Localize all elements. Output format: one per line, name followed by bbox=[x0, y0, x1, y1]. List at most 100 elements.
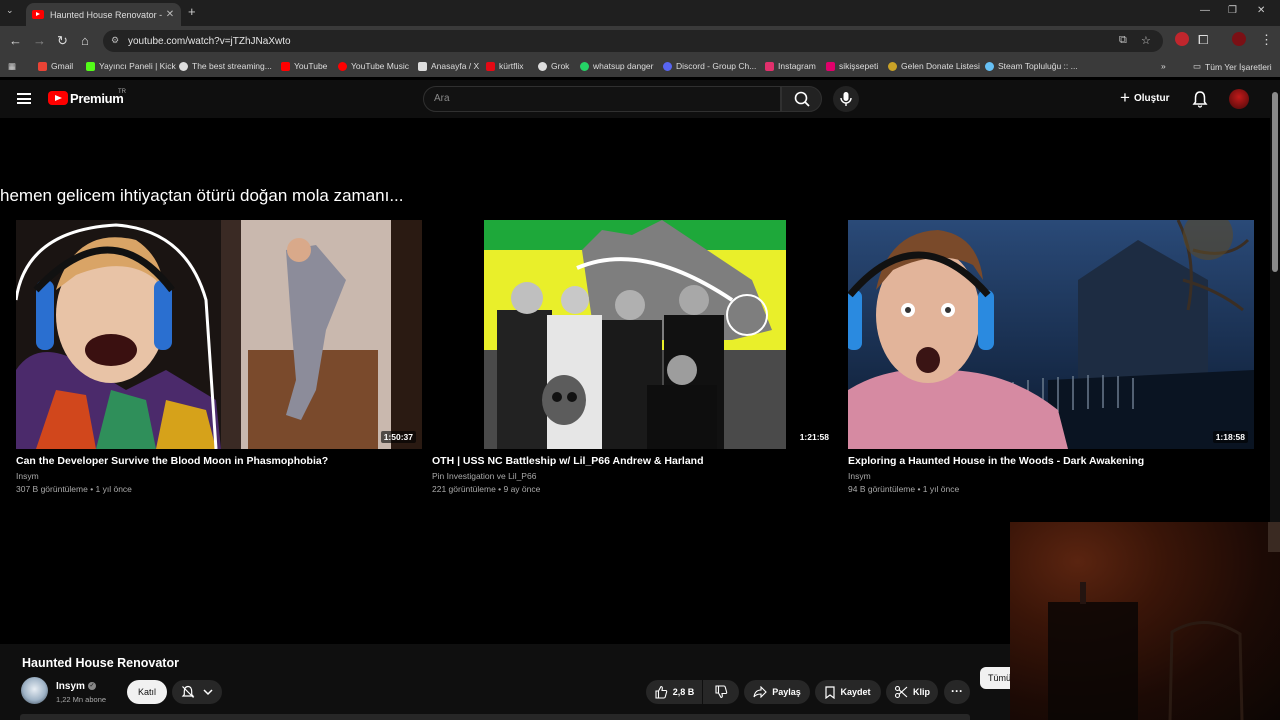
bookmark-steam[interactable]: Steam Topluluğu :: ... bbox=[985, 61, 1078, 71]
scissors-icon bbox=[894, 685, 908, 699]
new-tab-icon[interactable]: + bbox=[188, 4, 196, 19]
apps-grid-icon[interactable]: ▦ bbox=[8, 61, 16, 72]
share-icon bbox=[753, 686, 768, 698]
bookmark-label: YouTube Music bbox=[351, 61, 409, 71]
bookmark-donate[interactable]: Gelen Donate Listesi bbox=[888, 61, 980, 71]
endscreen-message: hemen gelicem ihtiyaçtan ötürü doğan mol… bbox=[0, 186, 404, 205]
more-actions-icon[interactable]: ··· bbox=[944, 680, 970, 704]
whatsapp-icon bbox=[580, 61, 589, 71]
bookmark-label: Discord - Group Ch... bbox=[676, 61, 757, 71]
save-button[interactable]: Kaydet bbox=[815, 680, 881, 704]
brand-label[interactable]: Premium bbox=[70, 91, 124, 106]
forward-arrow-icon[interactable]: → bbox=[33, 33, 46, 48]
youtube-logo-icon[interactable] bbox=[48, 91, 68, 105]
like-button[interactable]: 2,8 B bbox=[646, 680, 702, 704]
scrollbar-thumb[interactable] bbox=[1272, 92, 1278, 272]
bookmark-star-icon[interactable]: ☆ bbox=[1141, 34, 1151, 47]
window-close-icon[interactable]: ✕ bbox=[1257, 5, 1265, 16]
endscreen-video-card[interactable]: 1:50:37 Can the Developer Survive the Bl… bbox=[16, 220, 422, 494]
bookmark-kick[interactable]: Yayıncı Paneli | Kick bbox=[86, 61, 176, 71]
thumbs-up-icon bbox=[655, 685, 667, 699]
kurtflix-icon bbox=[486, 61, 495, 71]
description-box[interactable] bbox=[20, 714, 970, 720]
bookmark-grok[interactable]: Grok bbox=[538, 61, 569, 71]
search-button[interactable] bbox=[781, 86, 822, 112]
menu-icon[interactable] bbox=[17, 93, 31, 104]
notifications-button[interactable] bbox=[1192, 90, 1208, 113]
bookmark-instagram[interactable]: Instagram bbox=[765, 61, 816, 71]
restore-icon[interactable]: ❐ bbox=[1228, 5, 1237, 16]
extensions-puzzle-icon[interactable]: ⧠ bbox=[1198, 32, 1208, 48]
dislike-button[interactable] bbox=[703, 680, 739, 704]
bookmark-streaming[interactable]: The best streaming... bbox=[179, 61, 272, 71]
bookmark-label: Yayıncı Paneli | Kick bbox=[99, 61, 176, 71]
bookmark-label: whatsup danger bbox=[593, 61, 654, 71]
region-code: TR bbox=[118, 89, 126, 95]
all-bookmarks[interactable]: ▭ Tüm Yer İşaretleri bbox=[1193, 61, 1272, 72]
tab-search-icon[interactable]: ⌄ bbox=[6, 5, 14, 16]
channel-avatar[interactable] bbox=[21, 677, 48, 704]
steam-icon bbox=[985, 61, 994, 71]
bookmark-discord[interactable]: Discord - Group Ch... bbox=[663, 61, 756, 71]
more-bookmarks-icon[interactable]: » bbox=[1161, 61, 1166, 71]
clip-button[interactable]: Klip bbox=[886, 680, 938, 704]
video-channel[interactable]: Insym bbox=[16, 471, 422, 481]
bookmark-sikissepeti[interactable]: sikişsepeti bbox=[826, 61, 878, 71]
voice-search-button[interactable] bbox=[833, 86, 859, 112]
bookmark-youtube-music[interactable]: YouTube Music bbox=[338, 61, 409, 71]
youtube-favicon-icon bbox=[32, 10, 44, 19]
microphone-icon bbox=[840, 92, 852, 106]
streaming-icon bbox=[179, 61, 188, 71]
video-page-title: Haunted House Renovator bbox=[22, 656, 179, 670]
bookmark-x[interactable]: Anasayfa / X bbox=[418, 61, 479, 71]
video-title[interactable]: Exploring a Haunted House in the Woods -… bbox=[848, 455, 1254, 467]
bookmark-label: Gelen Donate Listesi bbox=[901, 61, 980, 71]
x-icon bbox=[418, 61, 427, 71]
browser-tab[interactable]: Haunted House Renovator - Yo ✕ bbox=[26, 3, 181, 26]
video-title[interactable]: Can the Developer Survive the Blood Moon… bbox=[16, 455, 422, 467]
home-icon[interactable]: ⌂ bbox=[81, 33, 89, 48]
share-button[interactable]: Paylaş bbox=[744, 680, 810, 704]
account-avatar[interactable] bbox=[1229, 89, 1249, 109]
channel-name[interactable]: Insym bbox=[56, 681, 85, 692]
video-title[interactable]: OTH | USS NC Battleship w/ Lil_P66 Andre… bbox=[432, 455, 838, 467]
bookmark-whatsapp[interactable]: whatsup danger bbox=[580, 61, 654, 71]
video-meta: 221 görüntüleme • 9 ay önce bbox=[432, 484, 541, 494]
video-duration: 1:21:58 bbox=[796, 431, 832, 443]
site-info-icon[interactable]: ⚙ bbox=[111, 35, 119, 46]
cast-icon[interactable]: ⧉ bbox=[1119, 34, 1127, 47]
youtube-icon bbox=[281, 61, 290, 71]
chevron-down-icon bbox=[203, 689, 213, 696]
video-channel[interactable]: Insym bbox=[848, 471, 1254, 481]
video-channel[interactable]: Pin Investigation ve Lil_P66 bbox=[432, 471, 838, 481]
bookmark-youtube[interactable]: YouTube bbox=[281, 61, 327, 71]
bookmark-label: Steam Topluluğu :: ... bbox=[998, 61, 1078, 71]
video-thumbnail[interactable]: 1:18:58 bbox=[848, 220, 1254, 449]
create-button[interactable]: + Oluştur bbox=[1120, 89, 1170, 106]
address-bar[interactable]: ⚙ youtube.com/watch?v=jTZhJNaXwto ⧉ ☆ bbox=[103, 30, 1163, 52]
url-text: youtube.com/watch?v=jTZhJNaXwto bbox=[128, 35, 291, 47]
bookmark-gmail[interactable]: Gmail bbox=[38, 61, 73, 71]
extension-badge-icon[interactable] bbox=[1175, 32, 1189, 46]
reload-icon[interactable]: ↻ bbox=[57, 33, 68, 49]
notification-settings-button[interactable] bbox=[172, 680, 222, 704]
bookmark-kurtflix[interactable]: kürtflix bbox=[486, 61, 524, 71]
thumbnail-image bbox=[848, 220, 1254, 449]
close-icon[interactable]: ✕ bbox=[163, 9, 177, 20]
browser-menu-icon[interactable]: ⋮ bbox=[1260, 32, 1273, 48]
profile-avatar[interactable] bbox=[1232, 32, 1246, 46]
tab-title: Haunted House Renovator - Yo bbox=[50, 9, 163, 20]
minimize-icon[interactable]: — bbox=[1200, 5, 1210, 16]
video-thumbnail[interactable]: 1:50:37 bbox=[16, 220, 422, 449]
search-placeholder: Ara bbox=[434, 93, 450, 104]
video-duration: 1:50:37 bbox=[380, 431, 416, 443]
video-meta: 307 B görüntüleme • 1 yıl önce bbox=[16, 484, 132, 494]
search-input[interactable]: Ara bbox=[423, 86, 781, 112]
endscreen-video-card[interactable]: 1:18:58 Exploring a Haunted House in the… bbox=[848, 220, 1254, 494]
endscreen-video-card[interactable]: 1:21:58 OTH | USS NC Battleship w/ Lil_P… bbox=[432, 220, 838, 494]
browser-toolbar: ← → ↻ ⌂ ⚙ youtube.com/watch?v=jTZhJNaXwt… bbox=[0, 26, 1280, 56]
back-arrow-icon[interactable]: ← bbox=[9, 33, 22, 48]
join-button[interactable]: Katıl bbox=[127, 680, 167, 704]
bookmark-label: Anasayfa / X bbox=[431, 61, 480, 71]
video-thumbnail[interactable]: 1:21:58 bbox=[432, 220, 838, 449]
